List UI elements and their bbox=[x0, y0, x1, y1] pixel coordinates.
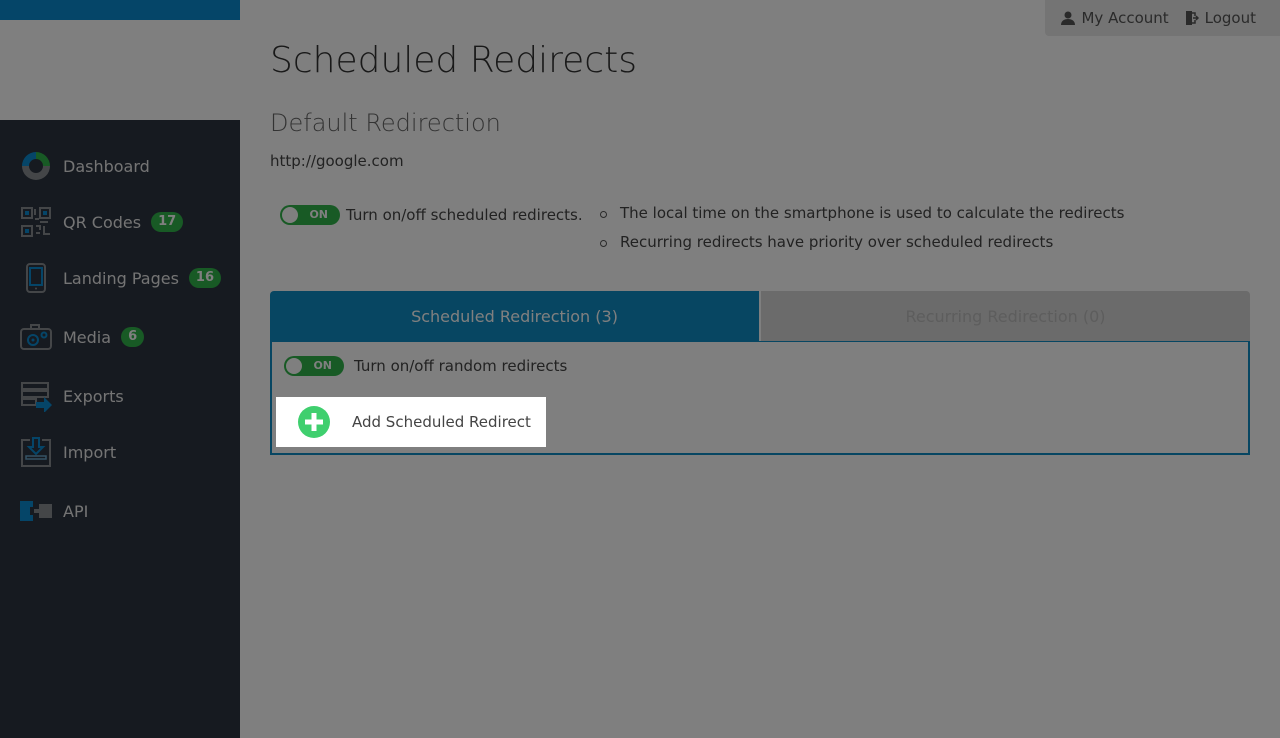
page-title: Scheduled Redirects bbox=[270, 40, 637, 81]
account-bar: My Account Logout bbox=[1045, 0, 1280, 36]
count-badge: 17 bbox=[151, 212, 184, 232]
toggle-knob bbox=[282, 207, 298, 223]
logout-label: Logout bbox=[1204, 9, 1256, 27]
sidebar-item-label: Dashboard bbox=[63, 156, 150, 176]
random-toggle-label: Turn on/off random redirects bbox=[354, 357, 568, 375]
tab-recurring-redirection[interactable]: Recurring Redirection (0) bbox=[761, 291, 1250, 341]
api-plug-icon bbox=[20, 495, 52, 527]
add-button-label: Add Scheduled Redirect bbox=[352, 413, 531, 431]
sidebar-item-label: Landing Pages bbox=[63, 268, 179, 288]
note-item: Recurring redirects have priority over s… bbox=[600, 233, 1124, 262]
sidebar-item-label: Media bbox=[63, 327, 112, 347]
sidebar-item-label: QR Codes bbox=[63, 212, 142, 232]
scheduled-toggle-label: Turn on/off scheduled redirects. bbox=[346, 206, 583, 224]
dashboard-donut-icon bbox=[20, 150, 52, 182]
my-account-label: My Account bbox=[1081, 9, 1169, 27]
default-redirection-title: Default Redirection bbox=[270, 109, 501, 137]
bullet-icon bbox=[600, 240, 607, 247]
sidebar-item-media[interactable]: Media 6 bbox=[0, 306, 240, 368]
sidebar: Dashboard QR Codes 17 Landing Pages 16 M… bbox=[0, 0, 240, 738]
sidebar-item-label: Import bbox=[63, 442, 117, 462]
sidebar-item-import[interactable]: Import bbox=[0, 424, 240, 480]
info-notes: The local time on the smartphone is used… bbox=[600, 204, 1124, 262]
count-badge: 6 bbox=[121, 327, 145, 347]
random-toggle-row: ON Turn on/off random redirects bbox=[284, 356, 567, 376]
sidebar-item-api[interactable]: API bbox=[0, 480, 240, 542]
toggle-state: ON bbox=[313, 359, 332, 372]
toggle-knob bbox=[286, 358, 302, 374]
note-text: Recurring redirects have priority over s… bbox=[620, 233, 1054, 251]
main-content: My Account Logout Scheduled Redirects De… bbox=[240, 0, 1280, 738]
add-scheduled-redirect-button[interactable]: Add Scheduled Redirect bbox=[276, 397, 546, 447]
logout-icon bbox=[1185, 11, 1199, 25]
sidebar-item-qr-codes[interactable]: QR Codes 17 bbox=[0, 194, 240, 250]
plus-circle-icon bbox=[298, 406, 330, 438]
scheduled-redirects-toggle[interactable]: ON bbox=[280, 205, 340, 225]
logout-link[interactable]: Logout bbox=[1185, 9, 1256, 27]
sidebar-item-label: API bbox=[63, 501, 89, 521]
my-account-link[interactable]: My Account bbox=[1061, 9, 1169, 27]
sidebar-item-landing-pages[interactable]: Landing Pages 16 bbox=[0, 250, 240, 306]
import-icon bbox=[20, 436, 52, 468]
tab-scheduled-redirection[interactable]: Scheduled Redirection (3) bbox=[270, 291, 761, 341]
sidebar-top-bar bbox=[0, 0, 240, 20]
logo-area bbox=[0, 20, 240, 120]
note-text: The local time on the smartphone is used… bbox=[620, 204, 1125, 222]
default-redirection-url: http://google.com bbox=[270, 152, 404, 170]
note-item: The local time on the smartphone is used… bbox=[600, 204, 1124, 233]
smartphone-icon bbox=[20, 262, 52, 294]
user-icon bbox=[1061, 11, 1076, 25]
qr-code-icon bbox=[20, 206, 52, 238]
redirection-tabs: Scheduled Redirection (3) Recurring Redi… bbox=[270, 291, 1250, 341]
camera-icon bbox=[20, 321, 52, 353]
sidebar-item-label: Exports bbox=[63, 386, 124, 406]
sidebar-item-exports[interactable]: Exports bbox=[0, 368, 240, 424]
sidebar-nav: Dashboard QR Codes 17 Landing Pages 16 M… bbox=[0, 120, 240, 542]
toggle-state: ON bbox=[309, 208, 328, 221]
sidebar-item-dashboard[interactable]: Dashboard bbox=[0, 138, 240, 194]
count-badge: 16 bbox=[188, 268, 222, 288]
random-redirects-toggle[interactable]: ON bbox=[284, 356, 344, 376]
bullet-icon bbox=[600, 211, 607, 218]
export-icon bbox=[20, 380, 52, 412]
scheduled-toggle-row: ON Turn on/off scheduled redirects. bbox=[280, 205, 583, 225]
